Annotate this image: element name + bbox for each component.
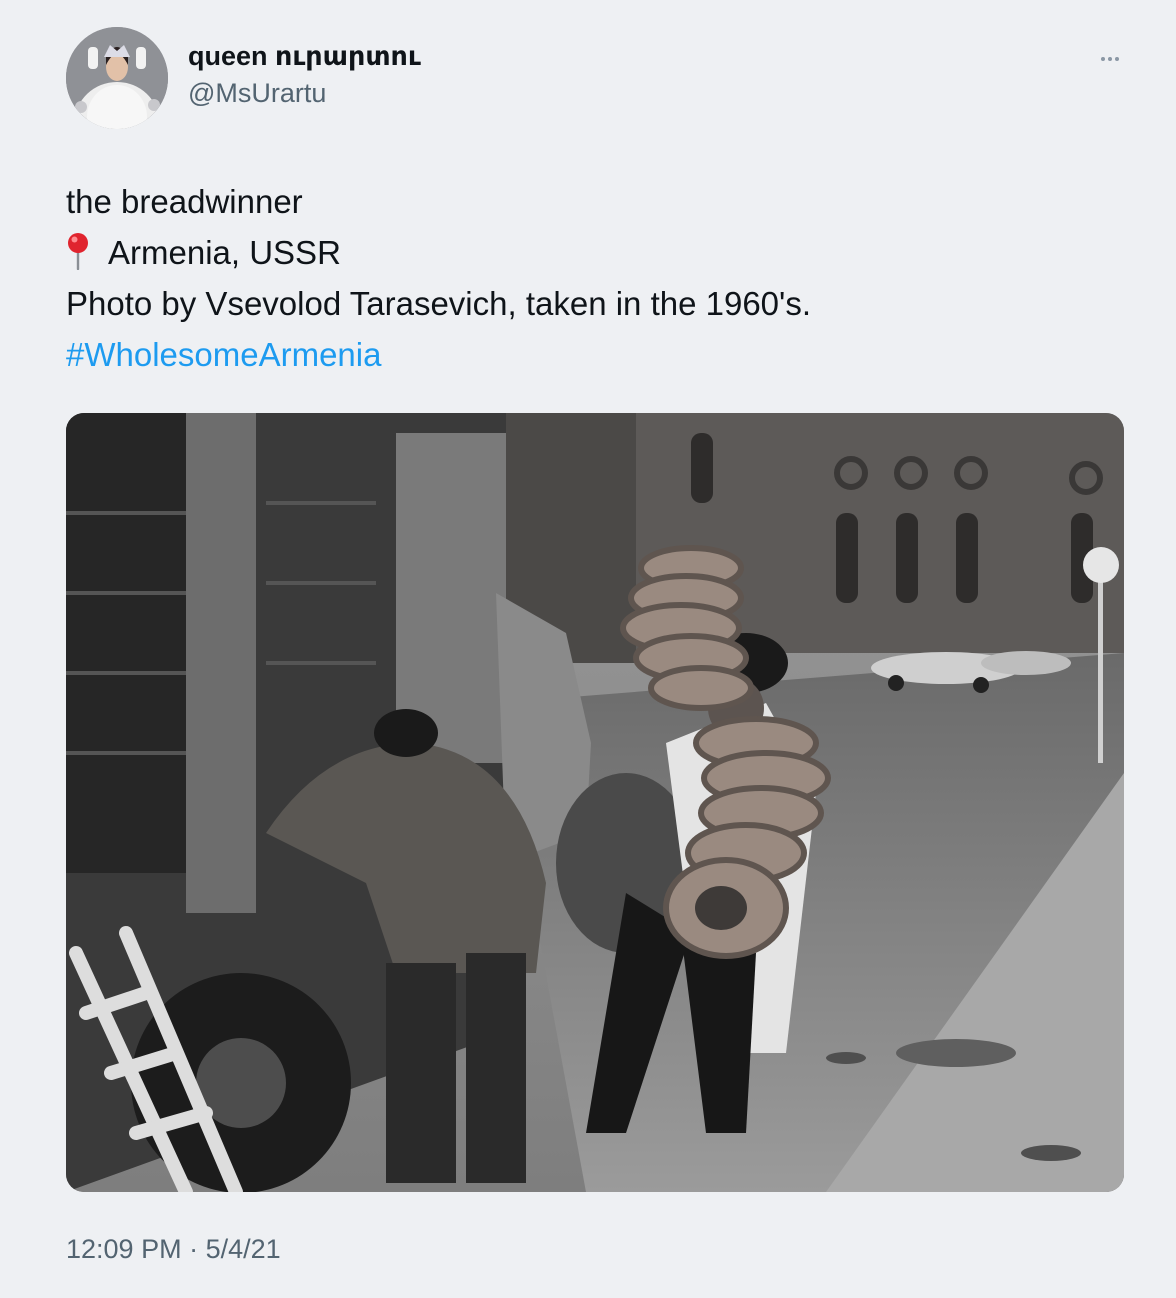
avatar[interactable]: [66, 27, 168, 129]
tweet-date: 5/4/21: [205, 1234, 281, 1264]
tweet-time: 12:09 PM: [66, 1234, 182, 1264]
round-pushpin-icon: [68, 233, 88, 270]
tweet-timestamp[interactable]: 12:09 PM · 5/4/21: [66, 1234, 281, 1265]
tweet-line-title: the breadwinner: [66, 183, 303, 220]
tweet-line-location: Armenia, USSR: [66, 227, 1126, 278]
tweet-photo[interactable]: [66, 413, 1124, 1192]
tweet-line-credit: Photo by Vsevolod Tarasevich, taken in t…: [66, 285, 811, 322]
hashtag-link[interactable]: #WholesomeArmenia: [66, 336, 381, 373]
user-handle[interactable]: @MsUrartu: [188, 78, 326, 109]
more-horizontal-icon[interactable]: [1094, 46, 1126, 72]
tweet-text: the breadwinner Armenia, USSR Photo by V…: [66, 176, 1126, 380]
tweet: queen ուրարտու @MsUrartu the breadwinner…: [0, 0, 1176, 1298]
display-name[interactable]: queen ուրարտու: [188, 41, 421, 72]
location-text: Armenia, USSR: [108, 234, 341, 271]
timestamp-separator: ·: [189, 1234, 199, 1264]
